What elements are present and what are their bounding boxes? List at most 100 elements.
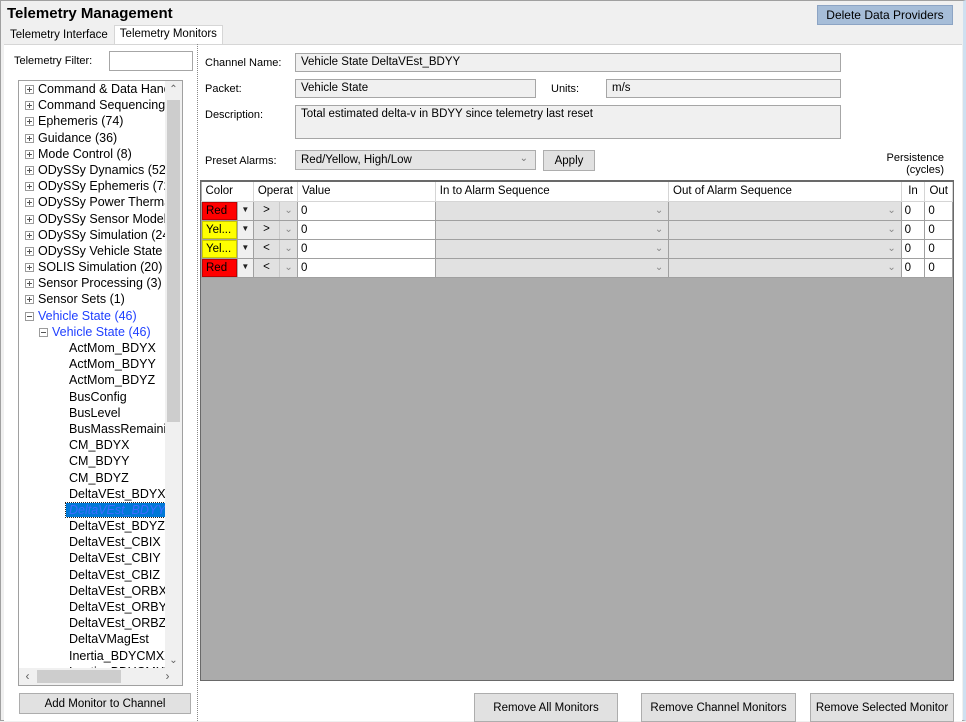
chevron-down-icon[interactable]: ⌄ bbox=[883, 221, 901, 238]
threshold-value[interactable]: 0 bbox=[299, 221, 435, 238]
tree-leaf-item[interactable]: CM_BDYZ bbox=[19, 470, 175, 486]
apply-button[interactable]: Apply bbox=[543, 150, 595, 171]
in-sequence-cell[interactable]: ⌄ bbox=[434, 257, 670, 278]
threshold-value[interactable]: 0 bbox=[299, 202, 435, 219]
tree-group-item[interactable]: SOLIS Simulation (20) bbox=[19, 259, 175, 275]
add-monitor-button[interactable]: Add Monitor to Channel bbox=[19, 693, 191, 714]
col-header-out-sequence[interactable]: Out of Alarm Sequence bbox=[668, 182, 902, 202]
color-cell[interactable]: Red ▼ bbox=[201, 200, 254, 221]
alarm-row[interactable]: Red ▼ > ⌄ 0 ⌄ ⌄ 0 0 bbox=[201, 200, 953, 221]
tree-group-item[interactable]: ODySSy Dynamics (52) bbox=[19, 162, 175, 178]
scroll-down-icon[interactable]: ⌄ bbox=[165, 652, 182, 669]
expand-icon[interactable] bbox=[25, 214, 34, 224]
chevron-down-icon[interactable]: ⌄ bbox=[883, 240, 901, 257]
scroll-thumb[interactable] bbox=[167, 100, 180, 422]
col-header-persistence-in[interactable]: In bbox=[901, 182, 926, 202]
tree-group-item[interactable]: ODySSy Vehicle State (19) bbox=[19, 243, 182, 259]
tree-group-item[interactable]: ODySSy Simulation (24) bbox=[19, 227, 175, 243]
expand-icon[interactable] bbox=[25, 295, 34, 305]
threshold-value[interactable]: 0 bbox=[299, 240, 435, 257]
expand-icon[interactable] bbox=[25, 263, 34, 273]
dropdown-arrow-icon[interactable]: ▼ bbox=[236, 221, 253, 238]
tree-leaf-item[interactable]: Inertia_BDYCMXX bbox=[19, 648, 175, 664]
tree-leaf-item[interactable]: DeltaVEst_ORBZ bbox=[19, 615, 175, 631]
tree-leaf-item[interactable]: ActMom_BDYX bbox=[19, 340, 175, 356]
persistence-out-cell[interactable]: 0 bbox=[924, 257, 953, 278]
preset-alarms-dropdown[interactable]: Red/Yellow, High/Low ⌄ bbox=[295, 150, 536, 170]
tree-leaf-item[interactable]: DeltaVMagEst bbox=[19, 631, 175, 647]
chevron-down-icon[interactable]: ⌄ bbox=[279, 240, 296, 257]
telemetry-tree[interactable]: Command & Data Handling Command Sequencin… bbox=[18, 80, 183, 686]
alarm-row[interactable]: Red ▼ < ⌄ 0 ⌄ ⌄ 0 0 bbox=[201, 257, 953, 278]
tree-group-item[interactable]: Sensor Sets (1) bbox=[19, 291, 175, 307]
tree-leaf-item[interactable]: BusMassRemaining bbox=[19, 421, 180, 437]
expand-icon[interactable] bbox=[25, 279, 34, 289]
tree-leaf-item[interactable]: DeltaVEst_CBIZ bbox=[19, 567, 175, 583]
tree-group-item[interactable]: Vehicle State (46) bbox=[19, 324, 175, 340]
persistence-in-cell[interactable]: 0 bbox=[900, 238, 926, 259]
value-cell[interactable]: 0 bbox=[297, 219, 436, 240]
out-sequence-cell[interactable]: ⌄ bbox=[668, 219, 902, 240]
remove-channel-monitors-button[interactable]: Remove Channel Monitors bbox=[641, 693, 796, 722]
tree-group-item[interactable]: Command Sequencing (95 bbox=[19, 97, 182, 113]
delete-data-providers-button[interactable]: Delete Data Providers bbox=[817, 5, 953, 25]
chevron-down-icon[interactable]: ⌄ bbox=[883, 259, 901, 276]
col-header-operator[interactable]: Operat bbox=[253, 182, 299, 202]
tree-group-item[interactable]: Vehicle State (46) bbox=[19, 308, 175, 324]
chevron-down-icon[interactable]: ⌄ bbox=[650, 221, 667, 238]
tree-group-item[interactable]: ODySSy Ephemeris (72) bbox=[19, 178, 175, 194]
value-cell[interactable]: 0 bbox=[297, 257, 436, 278]
tree-group-item[interactable]: ODySSy Power Thermal (4 bbox=[19, 194, 182, 210]
scroll-right-icon[interactable]: › bbox=[159, 668, 176, 685]
persistence-out-value[interactable]: 0 bbox=[926, 221, 952, 238]
tab-telemetry-interface[interactable]: Telemetry Interface bbox=[4, 26, 114, 44]
persistence-in-value[interactable]: 0 bbox=[902, 240, 924, 257]
expand-icon[interactable] bbox=[25, 101, 34, 111]
persistence-out-value[interactable]: 0 bbox=[926, 259, 952, 276]
dropdown-arrow-icon[interactable]: ▼ bbox=[236, 240, 253, 257]
color-cell[interactable]: Yel... ▼ bbox=[201, 238, 254, 259]
expand-icon[interactable] bbox=[25, 149, 34, 159]
chevron-down-icon[interactable]: ⌄ bbox=[279, 221, 296, 238]
persistence-in-value[interactable]: 0 bbox=[902, 259, 924, 276]
chevron-down-icon[interactable]: ⌄ bbox=[650, 202, 667, 219]
dropdown-arrow-icon[interactable]: ▼ bbox=[236, 202, 253, 219]
expand-icon[interactable] bbox=[25, 182, 34, 192]
persistence-out-cell[interactable]: 0 bbox=[924, 219, 953, 240]
alarm-row[interactable]: Yel... ▼ > ⌄ 0 ⌄ ⌄ 0 0 bbox=[201, 219, 953, 240]
persistence-out-value[interactable]: 0 bbox=[926, 202, 952, 219]
scroll-left-icon[interactable]: ‹ bbox=[19, 668, 36, 685]
tree-leaf-item[interactable]: DeltaVEst_CBIX bbox=[19, 534, 175, 550]
expand-icon[interactable] bbox=[25, 85, 34, 94]
out-sequence-cell[interactable]: ⌄ bbox=[668, 257, 902, 278]
value-cell[interactable]: 0 bbox=[297, 238, 436, 259]
col-header-color[interactable]: Color bbox=[201, 182, 254, 202]
value-cell[interactable]: 0 bbox=[297, 200, 436, 221]
persistence-in-cell[interactable]: 0 bbox=[900, 219, 926, 240]
expand-icon[interactable] bbox=[25, 133, 34, 143]
dropdown-arrow-icon[interactable]: ▼ bbox=[236, 259, 253, 276]
col-header-in-sequence[interactable]: In to Alarm Sequence bbox=[435, 182, 670, 202]
telemetry-filter-input[interactable] bbox=[109, 51, 193, 71]
operator-cell[interactable]: > ⌄ bbox=[252, 219, 299, 240]
tree-group-item[interactable]: Mode Control (8) bbox=[19, 146, 175, 162]
tree-leaf-item[interactable]: DeltaVEst_CBIY bbox=[19, 550, 175, 566]
collapse-icon[interactable] bbox=[25, 311, 34, 321]
chevron-down-icon[interactable]: ⌄ bbox=[650, 240, 667, 257]
tree-leaf-item[interactable]: BusLevel bbox=[19, 405, 175, 421]
tree-leaf-item[interactable]: DeltaVEst_BDYY bbox=[19, 501, 175, 518]
tree-leaf-item[interactable]: DeltaVEst_ORBY bbox=[19, 599, 175, 615]
tree-group-item[interactable]: Guidance (36) bbox=[19, 130, 175, 146]
tab-telemetry-monitors[interactable]: Telemetry Monitors bbox=[113, 25, 223, 44]
tree-group-item[interactable]: Sensor Processing (3) bbox=[19, 275, 175, 291]
out-sequence-cell[interactable]: ⌄ bbox=[668, 238, 902, 259]
expand-icon[interactable] bbox=[25, 246, 34, 256]
expand-icon[interactable] bbox=[25, 230, 34, 240]
operator-cell[interactable]: < ⌄ bbox=[252, 238, 299, 259]
persistence-in-cell[interactable]: 0 bbox=[900, 200, 926, 221]
color-cell[interactable]: Yel... ▼ bbox=[201, 219, 254, 240]
tree-leaf-item[interactable]: CM_BDYX bbox=[19, 437, 175, 453]
expand-icon[interactable] bbox=[25, 117, 34, 127]
out-sequence-cell[interactable]: ⌄ bbox=[668, 200, 902, 221]
color-cell[interactable]: Red ▼ bbox=[201, 257, 254, 278]
